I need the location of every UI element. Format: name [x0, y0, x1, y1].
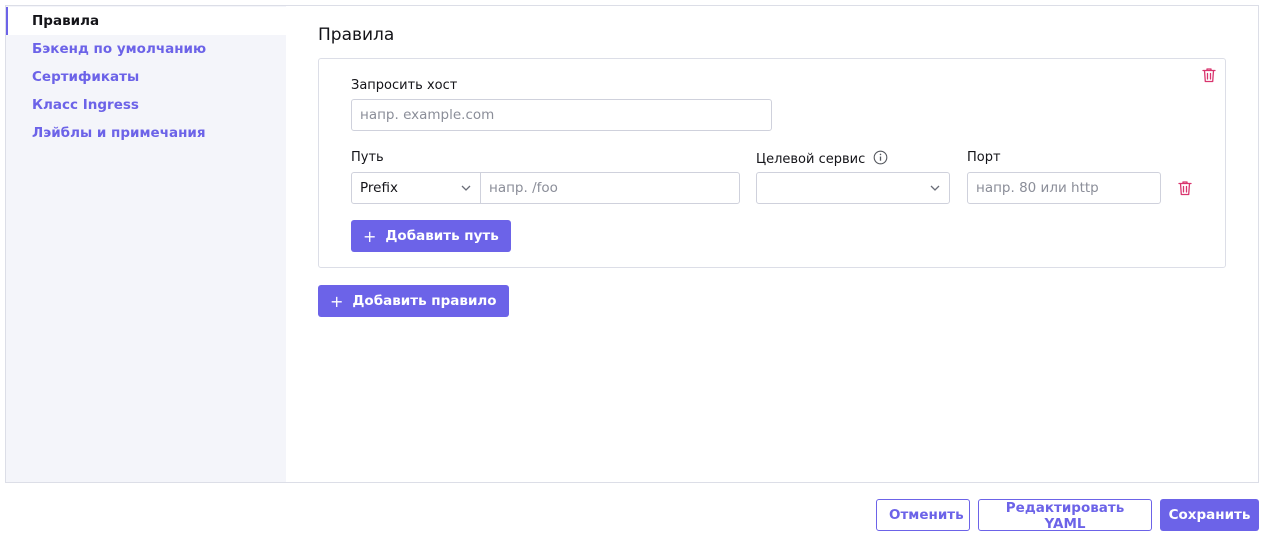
- sidebar-item-default-backend[interactable]: Бэкенд по умолчанию: [6, 35, 286, 63]
- host-label: Запросить хост: [351, 78, 458, 93]
- add-rule-label: Добавить правило: [352, 293, 497, 309]
- host-input[interactable]: [351, 99, 772, 131]
- path-input[interactable]: [480, 172, 740, 204]
- save-button[interactable]: Сохранить: [1160, 499, 1259, 531]
- path-type-value: Prefix: [360, 180, 398, 196]
- chevron-down-icon: [461, 185, 471, 191]
- edit-yaml-button[interactable]: Редактировать YAML: [978, 499, 1152, 532]
- target-service-label-text: Целевой сервис: [756, 152, 866, 167]
- add-path-label: Добавить путь: [385, 228, 499, 244]
- sidebar-item-ingress-class[interactable]: Класс Ingress: [6, 91, 286, 119]
- sidebar: Правила Бэкенд по умолчанию Сертификаты …: [6, 6, 286, 482]
- sidebar-item-labels-annotations[interactable]: Лэйблы и примечания: [6, 119, 286, 147]
- add-path-button[interactable]: + Добавить путь: [351, 220, 511, 252]
- plus-icon: +: [330, 291, 344, 311]
- chevron-down-icon: [930, 185, 940, 191]
- trash-icon[interactable]: [1202, 67, 1216, 83]
- target-service-label: Целевой сервис: [756, 150, 888, 167]
- port-input[interactable]: [967, 172, 1161, 204]
- path-type-select[interactable]: Prefix: [351, 172, 481, 204]
- cancel-button[interactable]: Отменить: [876, 499, 970, 531]
- form-panel: Правила Бэкенд по умолчанию Сертификаты …: [5, 5, 1259, 483]
- port-label: Порт: [967, 150, 1001, 165]
- plus-icon: +: [363, 226, 377, 246]
- info-icon[interactable]: [873, 150, 888, 165]
- target-service-select[interactable]: [756, 172, 950, 204]
- rule-card: Запросить хост Путь Prefix Целевой серви…: [318, 58, 1226, 268]
- section-title: Правила: [318, 25, 395, 45]
- add-rule-button[interactable]: + Добавить правило: [318, 285, 509, 317]
- path-label: Путь: [351, 150, 384, 165]
- trash-icon[interactable]: [1178, 180, 1192, 196]
- sidebar-item-rules[interactable]: Правила: [6, 7, 286, 35]
- sidebar-item-certificates[interactable]: Сертификаты: [6, 63, 286, 91]
